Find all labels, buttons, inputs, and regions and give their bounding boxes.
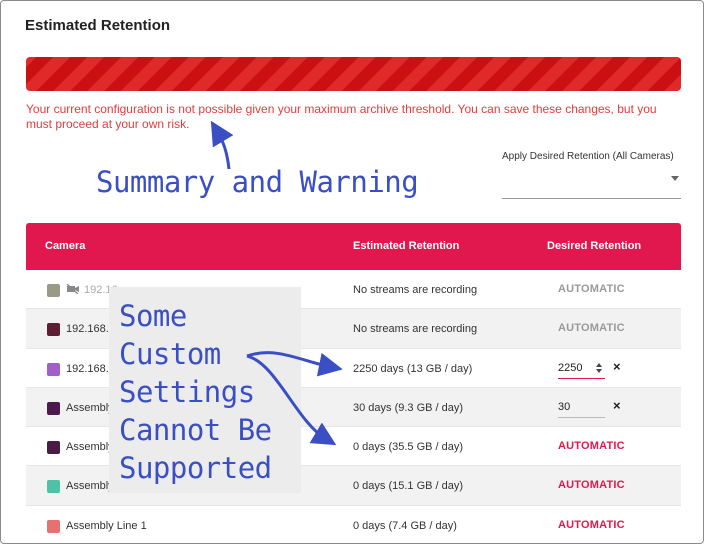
camera-name: Assembly Line 1 [66, 519, 147, 532]
desired-retention-auto[interactable]: AUTOMATIC [558, 479, 625, 491]
camera-name: 192.168.2 [66, 362, 115, 375]
camera-color-swatch [47, 284, 60, 297]
callout-text: Some Custom Settings Cannot Be Supported [119, 297, 272, 487]
column-header-camera[interactable]: Camera [45, 240, 85, 252]
number-stepper-icon[interactable] [595, 362, 603, 375]
desired-retention-input[interactable]: 30 [558, 399, 605, 418]
callout-line: Supported [119, 451, 272, 485]
estimated-retention: 0 days (7.4 GB / day) [353, 519, 457, 532]
desired-retention-value: 30 [558, 400, 571, 413]
camera-off-icon [66, 284, 79, 294]
clear-icon[interactable]: × [613, 398, 621, 413]
camera-color-swatch [47, 519, 60, 533]
camera-name: Assembly [66, 441, 114, 454]
estimated-retention: 0 days (15.1 GB / day) [353, 480, 464, 493]
desired-retention-auto[interactable]: AUTOMATIC [558, 283, 625, 295]
estimated-retention: 0 days (35.5 GB / day) [353, 441, 464, 454]
warning-message: Your current configuration is not possib… [26, 102, 657, 131]
retention-panel: Estimated Retention Your current configu… [0, 0, 704, 544]
desired-retention-auto[interactable]: AUTOMATIC [558, 322, 625, 334]
camera-name: Assembly [66, 401, 114, 414]
arrow-up-icon [210, 120, 234, 170]
desired-retention-input[interactable]: 2250 [558, 360, 605, 379]
camera-name: Assembly [66, 480, 114, 493]
apply-retention-select[interactable] [502, 167, 681, 199]
desired-retention-auto[interactable]: AUTOMATIC [558, 440, 625, 452]
callout-line: Cannot Be [119, 413, 272, 447]
camera-name: 192.168.2 [66, 323, 115, 336]
estimated-retention: 2250 days (13 GB / day) [353, 362, 473, 375]
table-row: Assembly Line 1 0 days (7.4 GB / day) AU… [26, 506, 681, 543]
camera-color-swatch [47, 323, 60, 337]
camera-color-swatch [47, 441, 60, 455]
clear-icon[interactable]: × [613, 359, 621, 374]
desired-retention-auto[interactable]: AUTOMATIC [558, 519, 625, 531]
callout-line: Settings [119, 375, 255, 409]
estimated-retention: 30 days (9.3 GB / day) [353, 401, 464, 414]
desired-retention-value: 2250 [558, 361, 583, 374]
estimated-retention: No streams are recording [353, 284, 478, 296]
chevron-down-icon [671, 176, 679, 181]
camera-color-swatch [47, 362, 60, 376]
apply-retention-label: Apply Desired Retention (All Cameras) [502, 151, 674, 162]
camera-color-swatch [47, 480, 60, 494]
camera-color-swatch [47, 401, 60, 415]
summary-warning-caption: Summary and Warning [96, 165, 419, 199]
callout-line: Some [119, 299, 187, 333]
table-header: Camera Estimated Retention Desired Reten… [26, 223, 681, 270]
estimated-retention: No streams are recording [353, 323, 478, 336]
column-header-desired[interactable]: Desired Retention [547, 240, 641, 252]
callout-line: Custom [119, 337, 221, 371]
column-header-estimated[interactable]: Estimated Retention [353, 240, 459, 252]
page-title: Estimated Retention [25, 17, 171, 34]
warning-banner [26, 57, 681, 91]
